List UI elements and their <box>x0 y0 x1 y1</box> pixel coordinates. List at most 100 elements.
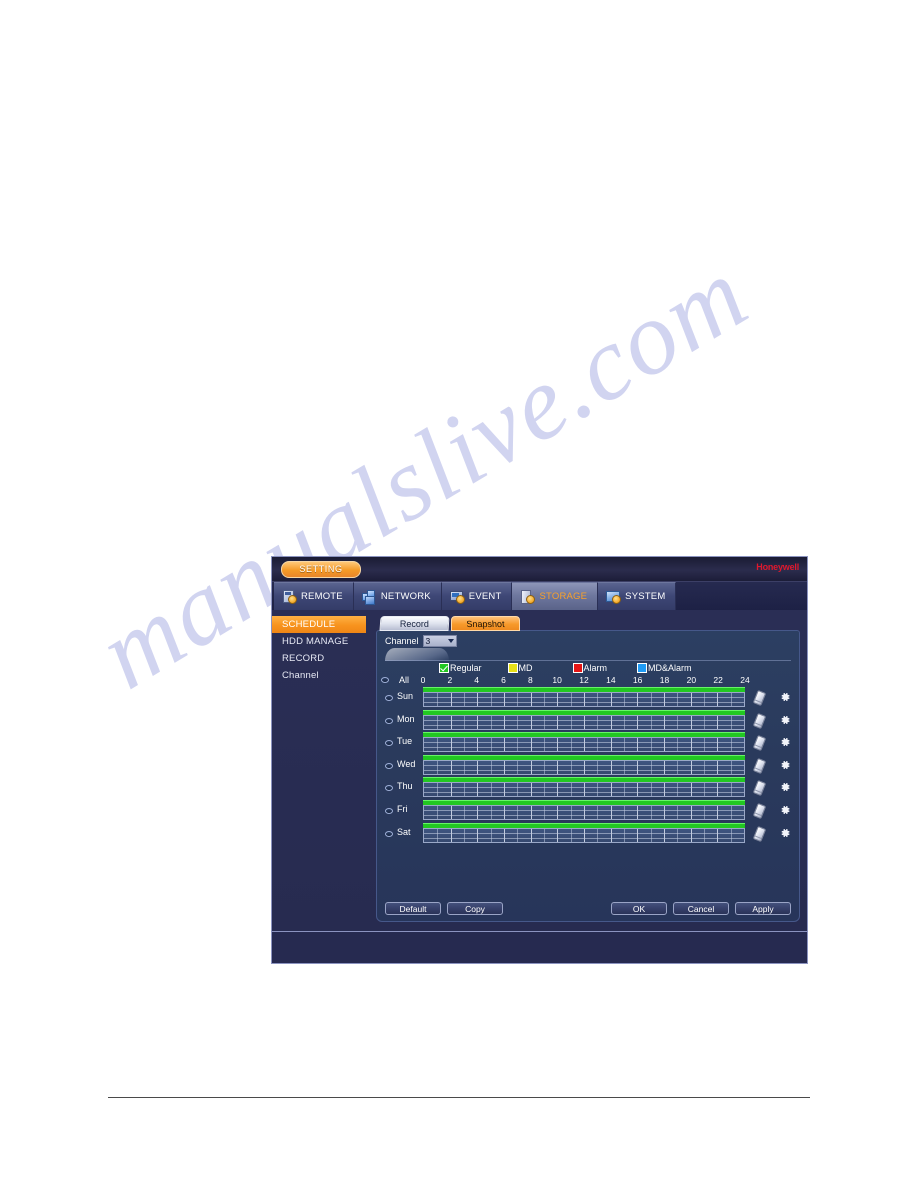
cancel-button[interactable]: Cancel <box>673 902 729 915</box>
schedule-row-radio[interactable] <box>385 740 393 747</box>
window-footer <box>272 931 807 963</box>
schedule-timeline[interactable] <box>423 732 745 753</box>
schedule-grid[interactable] <box>423 714 745 730</box>
all-row[interactable]: All <box>381 675 409 685</box>
nav-tab-system[interactable]: SYSTEM <box>598 582 677 610</box>
gear-icon[interactable] <box>779 736 791 748</box>
eraser-icon[interactable] <box>752 689 767 707</box>
schedule-row-label: Sat <box>397 826 411 837</box>
sidebar-item-schedule[interactable]: SCHEDULE <box>272 616 366 633</box>
hour-tick-18: 18 <box>659 675 670 685</box>
legend-label: MD <box>518 663 533 673</box>
tab-label: Record <box>399 619 429 629</box>
default-button[interactable]: Default <box>385 902 441 915</box>
eraser-icon[interactable] <box>752 757 767 774</box>
schedule-timeline[interactable] <box>423 754 745 776</box>
event-icon <box>449 590 465 604</box>
gear-icon[interactable] <box>779 691 791 703</box>
tab-record[interactable]: Record <box>379 616 450 631</box>
channel-select[interactable]: 3 <box>422 635 457 647</box>
eraser-icon[interactable] <box>752 802 767 820</box>
schedule-grid[interactable] <box>423 782 745 798</box>
right-button-bar: OK Cancel Apply <box>611 902 791 915</box>
schedule-row-radio[interactable] <box>385 695 393 701</box>
main-nav-tabs: REMOTE NETWORK EVENT STORAGE SYSTEM <box>272 582 807 610</box>
sidebar-item-hdd-manage[interactable]: HDD MANAGE <box>272 633 368 650</box>
gear-icon[interactable] <box>779 804 791 816</box>
legend-item-mdandalarm[interactable]: MD&Alarm <box>637 663 692 673</box>
schedule-grid[interactable] <box>423 737 745 753</box>
schedule-timeline[interactable] <box>423 777 745 798</box>
schedule-grid[interactable] <box>423 759 745 775</box>
channel-row: Channel 3 <box>385 635 457 647</box>
schedule-legend: Regular MD Alarm MD&Alarm <box>439 663 692 673</box>
gear-icon[interactable] <box>779 827 791 839</box>
schedule-timeline[interactable] <box>423 687 745 708</box>
hour-tick-16: 16 <box>632 675 643 685</box>
hour-tick-20: 20 <box>686 675 697 685</box>
schedule-grid[interactable] <box>423 692 745 707</box>
schedule-row-radio[interactable] <box>385 762 393 769</box>
schedule-row-label: Thu <box>397 781 413 792</box>
sidebar-item-channel[interactable]: Channel <box>272 667 368 684</box>
hour-tick-0: 0 <box>420 675 426 685</box>
nav-tab-network[interactable]: NETWORK <box>353 582 442 610</box>
schedule-row-mon: Mon <box>383 709 795 733</box>
network-icon <box>361 590 376 605</box>
schedule-row-label: Fri <box>397 803 408 814</box>
nav-tab-label: STORAGE <box>539 591 588 602</box>
legend-checkbox[interactable] <box>439 663 449 673</box>
schedule-row-radio[interactable] <box>385 717 393 724</box>
schedule-row-tools <box>752 825 799 842</box>
copy-button[interactable]: Copy <box>447 902 503 915</box>
apply-button[interactable]: Apply <box>735 902 791 915</box>
eraser-icon[interactable] <box>752 735 767 752</box>
hour-tick-6: 6 <box>501 675 506 685</box>
schedule-grid[interactable] <box>423 804 745 820</box>
legend-item-md[interactable]: MD <box>507 663 533 673</box>
schedule-row-label: Sun <box>397 691 414 701</box>
legend-checkbox[interactable] <box>637 663 648 673</box>
hour-ruler: 0 2 4 6 8 10 12 14 16 18 20 22 24 <box>421 675 750 687</box>
schedule-row-radio[interactable] <box>385 830 393 837</box>
nav-tab-label: SYSTEM <box>625 591 666 602</box>
schedule-row-tools <box>752 689 799 707</box>
eraser-icon[interactable] <box>752 825 767 842</box>
sidebar-item-label: RECORD <box>282 653 325 664</box>
nav-tab-event[interactable]: EVENT <box>441 582 513 610</box>
nav-tab-remote[interactable]: REMOTE <box>274 582 354 610</box>
hour-tick-10: 10 <box>552 675 562 685</box>
system-icon <box>606 590 622 604</box>
schedule-grid[interactable] <box>423 827 745 843</box>
schedule-row-tools <box>752 735 799 752</box>
all-radio[interactable] <box>381 677 389 683</box>
tab-snapshot[interactable]: Snapshot <box>451 616 520 631</box>
window-body: SCHEDULE HDD MANAGE RECORD Channel Record Sn… <box>272 610 807 932</box>
schedule-timeline[interactable] <box>423 799 745 821</box>
schedule-rows: Sun Mon Tue Wed Thu Fri Sat <box>383 687 795 845</box>
nav-tab-storage[interactable]: STORAGE <box>512 582 599 610</box>
schedule-row-radio[interactable] <box>385 807 393 814</box>
hour-tick-24: 24 <box>740 675 750 685</box>
legend-item-regular[interactable]: Regular <box>439 663 482 673</box>
hour-tick-8: 8 <box>527 675 533 685</box>
legend-item-alarm[interactable]: Alarm <box>572 663 607 673</box>
gear-icon[interactable] <box>779 714 791 726</box>
schedule-row-sun: Sun <box>383 687 795 710</box>
eraser-icon[interactable] <box>752 712 767 729</box>
schedule-row-tue: Tue <box>383 732 795 755</box>
schedule-row-radio[interactable] <box>385 785 393 792</box>
legend-checkbox[interactable] <box>572 663 583 673</box>
nav-tab-label: REMOTE <box>301 591 343 602</box>
gear-icon[interactable] <box>779 781 791 793</box>
eraser-icon[interactable] <box>752 780 767 797</box>
sidebar-item-record[interactable]: RECORD <box>272 650 368 667</box>
nav-tab-label: EVENT <box>468 591 502 602</box>
gear-icon[interactable] <box>779 759 791 771</box>
ok-button[interactable]: OK <box>611 902 667 915</box>
legend-checkbox[interactable] <box>507 663 518 673</box>
sidebar-menu: SCHEDULE HDD MANAGE RECORD Channel <box>272 616 368 684</box>
schedule-row-label: Tue <box>397 736 413 747</box>
schedule-timeline[interactable] <box>423 822 745 844</box>
schedule-timeline[interactable] <box>423 709 745 731</box>
